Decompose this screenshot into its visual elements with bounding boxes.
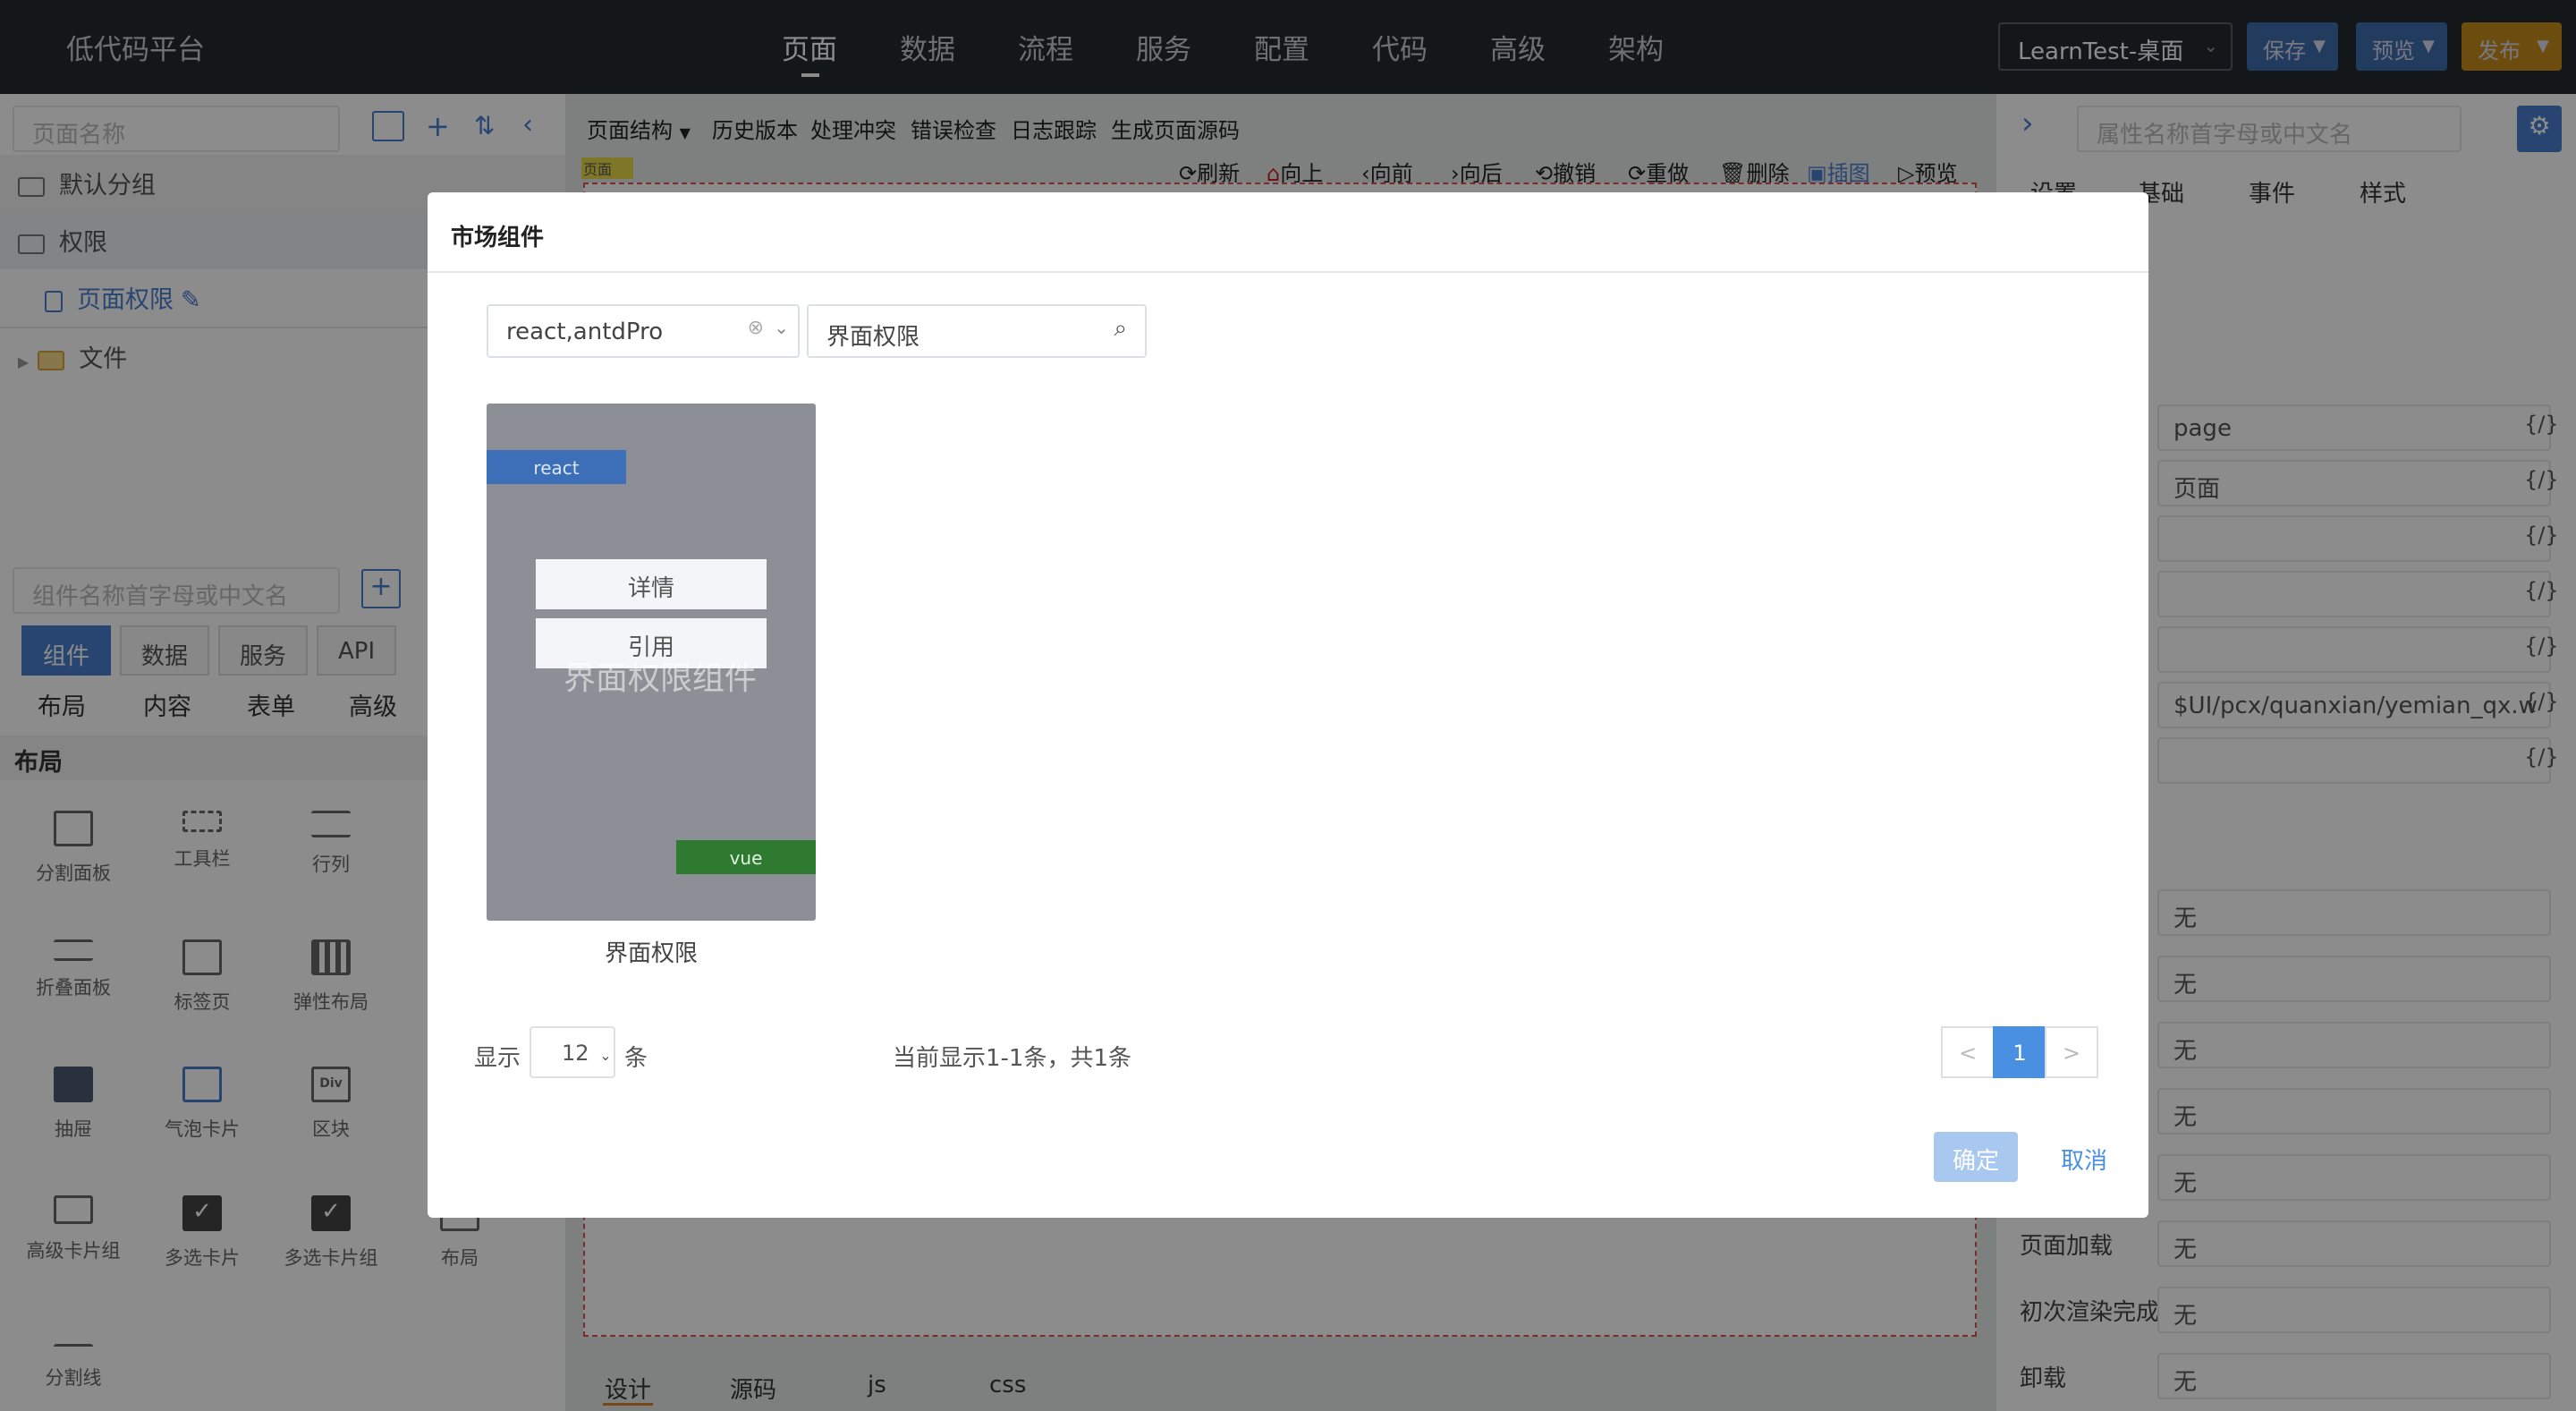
modal-divider bbox=[428, 271, 2148, 273]
show-label: 显示 bbox=[474, 1045, 521, 1072]
pagination-summary: 当前显示1-1条，共1条 bbox=[893, 1045, 1132, 1072]
unit-label: 条 bbox=[624, 1045, 648, 1072]
page-size-select[interactable]: 12 ⌄ bbox=[530, 1026, 615, 1078]
component-market-search-input[interactable]: 界面权限 ⌕ bbox=[807, 304, 1147, 358]
page-size-value: 12 bbox=[562, 1041, 589, 1066]
vue-ribbon: vue bbox=[676, 840, 816, 874]
cancel-button[interactable]: 取消 bbox=[2061, 1143, 2107, 1176]
react-ribbon: react bbox=[487, 450, 626, 484]
page-1-button[interactable]: 1 bbox=[1993, 1026, 2046, 1078]
market-components-modal: 市场组件 react,antdPro ⊗ ⌄ 界面权限 ⌕ react 详情 引… bbox=[428, 192, 2148, 1218]
chevron-down-icon: ⌄ bbox=[599, 1047, 612, 1064]
next-page-button[interactable]: > bbox=[2045, 1026, 2098, 1078]
prev-page-button[interactable]: < bbox=[1941, 1026, 1995, 1078]
framework-filter-select[interactable]: react,antdPro ⊗ ⌄ bbox=[487, 304, 800, 358]
card-watermark: 界面权限组件 bbox=[564, 660, 758, 697]
chevron-down-icon: ⌄ bbox=[774, 317, 789, 338]
clear-icon[interactable]: ⊗ bbox=[748, 317, 764, 339]
component-card[interactable]: react 详情 引用 界面权限组件 vue bbox=[487, 404, 816, 921]
market-search-value: 界面权限 bbox=[826, 324, 920, 351]
modal-title: 市场组件 bbox=[451, 225, 545, 251]
framework-filter-value: react,antdPro bbox=[506, 319, 664, 345]
component-card-label: 界面权限 bbox=[604, 940, 698, 967]
confirm-button[interactable]: 确定 bbox=[1934, 1132, 2018, 1182]
search-icon[interactable]: ⌕ bbox=[1114, 315, 1127, 343]
detail-button[interactable]: 详情 bbox=[536, 559, 767, 609]
